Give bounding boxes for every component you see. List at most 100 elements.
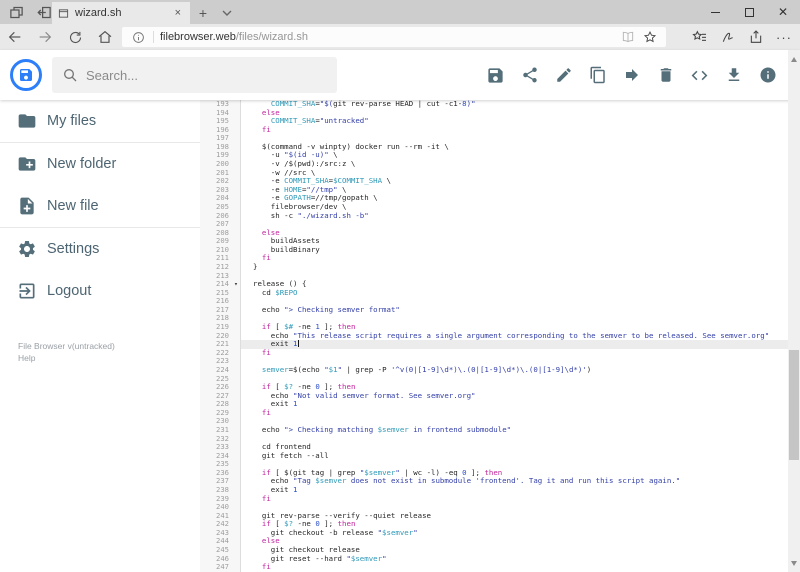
fold-gutter: [232, 443, 241, 452]
code-editor[interactable]: 193 COMMIT_SHA="$(git rev-parse HEAD | c…: [200, 100, 788, 572]
scrollbar-up-icon[interactable]: [788, 52, 800, 66]
address-bar[interactable]: filebrowser.web/files/wizard.sh: [122, 27, 666, 47]
fold-gutter: [232, 331, 241, 341]
code-line[interactable]: 239 fi: [200, 494, 788, 504]
new-tab-button[interactable]: +: [190, 2, 216, 24]
code-line[interactable]: 224 semver=$(echo "$1" | grep -P '^v(0|[…: [200, 365, 788, 375]
forward-icon[interactable]: [30, 25, 60, 49]
web-note-pen-icon[interactable]: [714, 25, 742, 49]
code-line[interactable]: 215 cd $REPO: [200, 288, 788, 298]
app-header: [0, 50, 800, 100]
tab-close-icon[interactable]: ×: [172, 7, 184, 19]
url-text[interactable]: filebrowser.web/files/wizard.sh: [160, 31, 617, 43]
more-menu-icon[interactable]: ···: [770, 25, 798, 49]
filebrowser-logo-icon[interactable]: [10, 59, 42, 91]
edit-button[interactable]: [553, 65, 574, 86]
tab-preview-chevron-icon[interactable]: [216, 2, 238, 24]
code-line[interactable]: 221 exit 1: [200, 339, 788, 349]
code-line[interactable]: 206 sh -c "./wizard.sh -b": [200, 211, 788, 221]
minimize-button[interactable]: [698, 0, 732, 24]
code-line[interactable]: 234 git fetch --all: [200, 451, 788, 461]
sidebar-item-new-file[interactable]: New file: [0, 185, 200, 227]
sidebar: My files New folder New file Settings Lo…: [0, 100, 200, 572]
code-line[interactable]: 207: [200, 220, 788, 229]
code-line[interactable]: 229 fi: [200, 408, 788, 418]
search-box[interactable]: [52, 57, 337, 93]
close-window-button[interactable]: ✕: [766, 0, 800, 24]
favorite-star-icon[interactable]: [639, 28, 661, 46]
site-info-icon[interactable]: [127, 28, 149, 46]
sidebar-item-settings[interactable]: Settings: [0, 228, 200, 270]
share-icon[interactable]: [742, 25, 770, 49]
fold-gutter: [232, 383, 241, 392]
code-line[interactable]: 196 fi: [200, 125, 788, 135]
code-line[interactable]: 238 exit 1: [200, 485, 788, 495]
fold-gutter: [232, 528, 241, 538]
download-button[interactable]: [723, 65, 744, 86]
back-icon[interactable]: [0, 25, 30, 49]
page-scrollbar[interactable]: [788, 50, 800, 572]
fold-gutter: [232, 494, 241, 504]
share-button[interactable]: [519, 65, 540, 86]
sidebar-item-logout[interactable]: Logout: [0, 270, 200, 312]
code-line[interactable]: 243 git checkout -b release "$semver": [200, 528, 788, 538]
sidebar-item-my-files[interactable]: My files: [0, 100, 200, 142]
copy-button[interactable]: [587, 65, 608, 86]
fold-gutter: [232, 202, 241, 212]
scrollbar-down-icon[interactable]: [788, 556, 800, 570]
browser-toolbar: filebrowser.web/files/wizard.sh ···: [0, 24, 800, 50]
reading-view-icon[interactable]: [617, 28, 639, 46]
fold-gutter: [232, 374, 241, 384]
help-link[interactable]: Help: [18, 352, 200, 364]
fold-gutter: [232, 451, 241, 461]
fold-gutter: [232, 117, 241, 126]
browser-tab[interactable]: wizard.sh ×: [52, 2, 190, 24]
fold-gutter: [232, 245, 241, 255]
set-tabs-aside-icon[interactable]: [35, 3, 53, 21]
info-button[interactable]: [757, 65, 778, 86]
code-line[interactable]: 195 COMMIT_SHA="untracked": [200, 116, 788, 126]
fold-gutter: [232, 357, 241, 366]
code-line[interactable]: 211 fi: [200, 254, 788, 263]
settings-gear-icon: [17, 239, 37, 259]
fold-gutter: [232, 365, 241, 375]
text-cursor: [297, 340, 299, 348]
code-text: release () {: [253, 279, 307, 289]
code-line[interactable]: 228 exit 1: [200, 399, 788, 409]
note-add-icon: [17, 196, 37, 216]
fold-gutter: [232, 211, 241, 221]
fold-gutter: [232, 134, 241, 143]
file-actions-toolbar: [485, 65, 778, 86]
search-input[interactable]: [86, 67, 306, 83]
code-text: echo "This release script requires a sin…: [253, 330, 770, 340]
maximize-button[interactable]: [732, 0, 766, 24]
code-line[interactable]: 210 buildBinary: [200, 245, 788, 255]
code-text: exit 1: [241, 339, 788, 349]
tabs-set-aside-icon[interactable]: [7, 3, 25, 21]
home-icon[interactable]: [90, 25, 120, 49]
code-line[interactable]: 193 COMMIT_SHA="$(git rev-parse HEAD | c…: [200, 100, 788, 109]
sidebar-item-new-folder[interactable]: New folder: [0, 143, 200, 185]
hub-favorites-icon[interactable]: [686, 25, 714, 49]
fold-gutter: [232, 237, 241, 246]
tab-title: wizard.sh: [75, 7, 122, 19]
url-divider: [153, 31, 154, 43]
fold-gutter: [232, 160, 241, 169]
code-line[interactable]: 247 fi: [200, 562, 788, 572]
code-line[interactable]: 231 echo "> Checking matching $semver in…: [200, 425, 788, 435]
code-line[interactable]: 212}: [200, 262, 788, 272]
save-button[interactable]: [485, 65, 506, 86]
fold-gutter: [232, 340, 241, 349]
refresh-icon[interactable]: [60, 25, 90, 49]
scrollbar-thumb[interactable]: [789, 350, 799, 460]
move-button[interactable]: [621, 65, 642, 86]
code-line[interactable]: 246 git reset --hard "$semver": [200, 554, 788, 564]
line-number: 247: [200, 563, 232, 572]
code-line[interactable]: 217 echo "> Checking semver format": [200, 305, 788, 315]
fold-gutter: [232, 254, 241, 263]
delete-button[interactable]: [655, 65, 676, 86]
fold-marker-icon[interactable]: ▾: [232, 280, 241, 289]
code-line[interactable]: 222 fi: [200, 348, 788, 358]
app-version-text: File Browser v(untracked): [18, 341, 115, 351]
code-view-button[interactable]: [689, 65, 710, 86]
